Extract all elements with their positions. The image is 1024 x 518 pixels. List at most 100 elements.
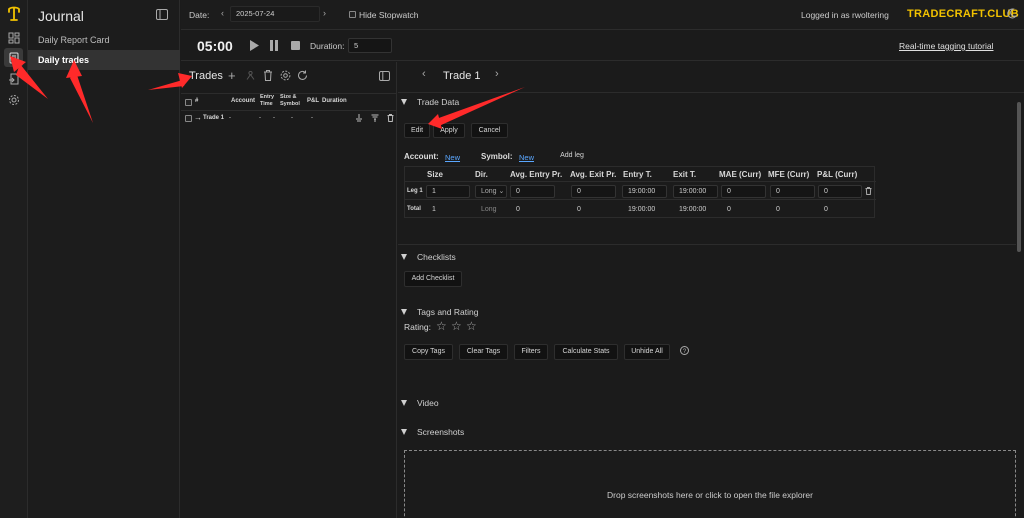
tradecraft-logo-icon[interactable] (4, 4, 23, 23)
screenshot-dropzone[interactable]: Drop screenshots here or click to open t… (404, 450, 1016, 518)
total-mfe: 0 (776, 206, 780, 213)
trade-row-delete-icon[interactable] (387, 114, 394, 124)
tutorial-link[interactable]: Real-time tagging tutorial (899, 41, 994, 51)
scrollbar-thumb[interactable] (1017, 102, 1021, 252)
leg-direction-select[interactable]: Long ⌄ (475, 185, 507, 198)
copy-tags-button[interactable]: Copy Tags (404, 344, 453, 360)
apply-button[interactable]: Apply (433, 123, 465, 138)
filters-button[interactable]: Filters (514, 344, 548, 360)
total-row: Total 1 Long 0 0 19:00:00 19:00:00 0 0 0 (405, 201, 876, 218)
leg-mae-input[interactable]: 0 (721, 185, 766, 198)
trade-view-title: Trade 1 (443, 70, 481, 82)
select-all-checkbox[interactable] (185, 99, 192, 106)
checklists-heading[interactable]: Checklists (417, 252, 456, 262)
collapse-sidebar-icon[interactable] (156, 9, 168, 22)
add-checklist-button[interactable]: Add Checklist (404, 271, 462, 287)
divider (398, 244, 1016, 245)
collapse-trades-panel-icon[interactable] (379, 71, 390, 83)
next-date-icon[interactable]: › (323, 8, 326, 18)
sidebar-title: Journal (38, 8, 84, 24)
rating-star-1-icon[interactable]: ☆ (436, 319, 447, 333)
new-account-link[interactable]: New (445, 153, 460, 162)
column-header-pnl: P&L (307, 98, 319, 104)
trade-row-account: - (259, 115, 261, 121)
add-trade-icon[interactable]: + (228, 68, 236, 83)
video-heading[interactable]: Video (417, 398, 439, 408)
previous-trade-icon[interactable]: ‹ (422, 68, 426, 80)
date-input[interactable]: 2025-07-24 (230, 6, 320, 22)
trades-title: Trades (189, 70, 223, 82)
new-symbol-link[interactable]: New (519, 153, 534, 162)
trade-data-heading[interactable]: Trade Data (417, 97, 459, 107)
settings-gear-icon[interactable] (4, 90, 23, 109)
leg-direction-value: Long (481, 188, 497, 195)
help-icon[interactable]: ? (680, 346, 689, 357)
delete-leg-icon[interactable] (865, 187, 872, 197)
leg-avg-exit-price-input[interactable]: 0 (571, 185, 616, 198)
total-avg-entry-price: 0 (516, 206, 520, 213)
hide-stopwatch-checkbox[interactable] (349, 11, 356, 18)
sidebar: Journal Daily Report Card Daily trades (28, 0, 180, 518)
add-leg-button[interactable]: Add leg (552, 149, 592, 163)
tags-rating-toggle-icon[interactable] (401, 309, 407, 315)
symbol-label: Symbol: (481, 152, 513, 161)
video-toggle-icon[interactable] (401, 400, 407, 406)
total-direction: Long (481, 206, 497, 213)
trade-data-toggle-icon[interactable] (401, 99, 407, 105)
total-exit-time: 19:00:00 (679, 206, 707, 213)
sidebar-item-daily-report-card[interactable]: Daily Report Card (28, 30, 180, 50)
screenshots-heading[interactable]: Screenshots (417, 427, 464, 437)
header-exit-time: Exit T. (673, 170, 697, 179)
checklists-toggle-icon[interactable] (401, 254, 407, 260)
delete-trade-icon[interactable] (263, 70, 273, 83)
duration-input[interactable]: 5 (348, 38, 392, 53)
total-avg-exit-price: 0 (577, 206, 581, 213)
leg-entry-time-input[interactable]: 19:00:00 (622, 185, 667, 198)
trade-row-checkbox[interactable] (185, 115, 192, 122)
trade-row[interactable]: → Trade 1 - - - - - (181, 112, 397, 126)
rating-label: Rating: (404, 322, 431, 332)
rating-star-3-icon[interactable]: ☆ (466, 319, 477, 333)
import-file-icon[interactable] (4, 69, 23, 88)
leg-mfe-input[interactable]: 0 (770, 185, 815, 198)
screenshots-toggle-icon[interactable] (401, 429, 407, 435)
unhide-all-button[interactable]: Unhide All (624, 344, 670, 360)
chevron-down-icon: ⌄ (498, 188, 505, 195)
refresh-icon[interactable] (297, 70, 308, 83)
top-header: Date: ‹ 2025-07-24 › Hide Stopwatch Logg… (181, 0, 1024, 30)
next-trade-icon[interactable]: › (495, 68, 499, 80)
leg-row-label: Leg 1 (407, 188, 423, 194)
tag-icon[interactable] (371, 114, 379, 124)
trade-settings-icon[interactable] (280, 70, 291, 83)
date-label: Date: (189, 10, 210, 20)
play-icon[interactable] (249, 40, 259, 53)
edit-button[interactable]: Edit (404, 123, 430, 138)
column-header-size-symbol: Size & Symbol (280, 94, 300, 107)
previous-date-icon[interactable]: ‹ (221, 8, 224, 18)
rating-star-2-icon[interactable]: ☆ (451, 319, 462, 333)
leg-pnl-input[interactable]: 0 (818, 185, 862, 198)
total-row-label: Total (407, 206, 421, 212)
logged-in-text: Logged in as rwoltering (801, 10, 889, 20)
trade-row-name-suffix: - (229, 115, 231, 121)
trade-row-arrow-icon: → (194, 113, 202, 122)
journal-icon[interactable] (4, 48, 23, 67)
leg-avg-entry-price-input[interactable]: 0 (510, 185, 555, 198)
dark-mode-moon-icon[interactable] (1006, 8, 1018, 21)
calculate-stats-button[interactable]: Calculate Stats (554, 344, 618, 360)
pause-icon[interactable] (269, 40, 279, 53)
sidebar-item-daily-trades[interactable]: Daily trades (28, 50, 180, 70)
header-avg-exit-price: Avg. Exit Pr. (570, 170, 617, 179)
header-entry-time: Entry T. (623, 170, 652, 179)
dashboard-icon[interactable] (4, 28, 23, 47)
tags-rating-heading[interactable]: Tags and Rating (417, 307, 478, 317)
cancel-button[interactable]: Cancel (471, 123, 508, 138)
stop-icon[interactable] (291, 41, 300, 52)
trades-panel: Trades + # Account Entry Time Size & Sym… (181, 62, 397, 518)
stopwatch-timer: 05:00 (197, 38, 233, 54)
split-trade-icon[interactable] (246, 70, 255, 82)
clear-tags-button[interactable]: Clear Tags (459, 344, 508, 360)
merge-icon[interactable] (355, 114, 363, 124)
leg-size-input[interactable]: 1 (426, 185, 470, 198)
leg-exit-time-input[interactable]: 19:00:00 (673, 185, 718, 198)
